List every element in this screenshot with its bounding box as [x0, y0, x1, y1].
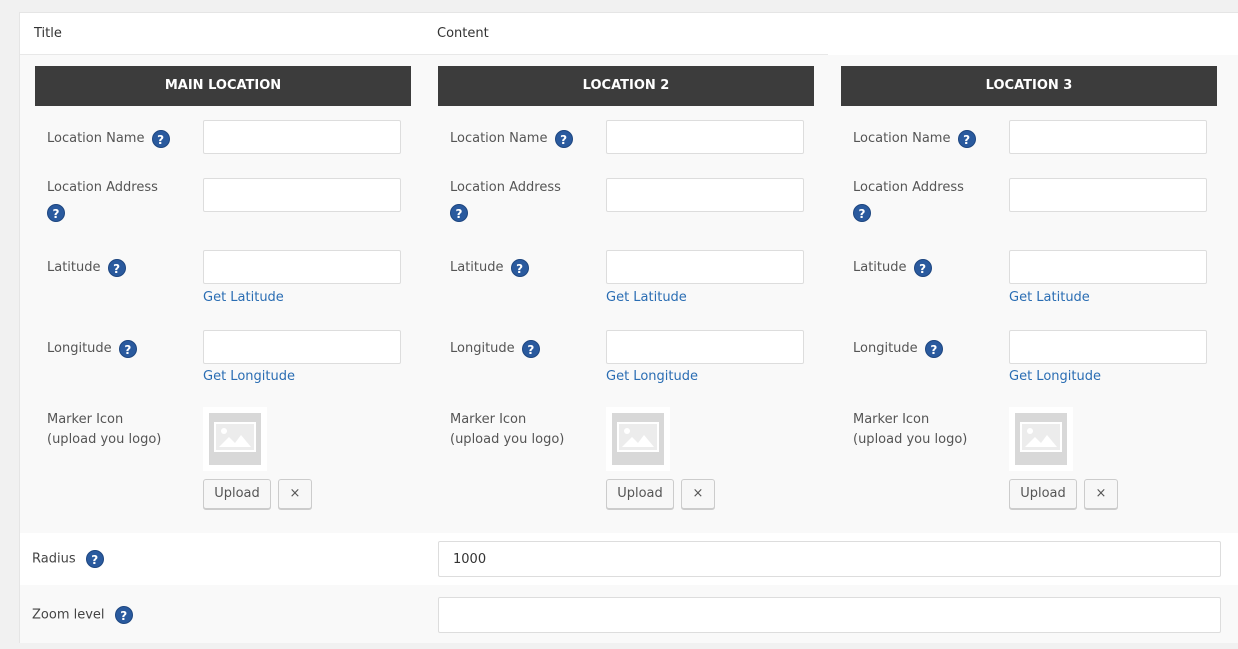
- help-icon[interactable]: ?: [913, 258, 932, 277]
- location-name-label: Location Name ?: [47, 129, 170, 149]
- location-heading: LOCATION 2: [438, 66, 814, 106]
- zoom-level-row: Zoom level ?: [20, 587, 1238, 643]
- zoom-level-input[interactable]: [438, 597, 1221, 633]
- latitude-input[interactable]: [203, 250, 401, 284]
- location-address-label: Location Address ?: [853, 180, 964, 222]
- get-latitude-link[interactable]: Get Latitude: [606, 290, 687, 305]
- title-column-header: Title: [34, 26, 62, 41]
- location-name-input[interactable]: [203, 120, 401, 154]
- location-name-label: Location Name ?: [853, 129, 976, 149]
- help-icon[interactable]: ?: [924, 339, 943, 358]
- longitude-label: Longitude ?: [450, 339, 540, 359]
- content-column-header: Content: [437, 26, 489, 41]
- longitude-input[interactable]: [203, 330, 401, 364]
- marker-image-placeholder-icon: [203, 407, 267, 471]
- upload-button[interactable]: Upload: [203, 479, 271, 509]
- help-icon[interactable]: ?: [118, 339, 137, 358]
- latitude-label: Latitude ?: [853, 258, 932, 278]
- longitude-input[interactable]: [1009, 330, 1207, 364]
- help-icon[interactable]: ?: [47, 204, 65, 222]
- location-address-input[interactable]: [606, 178, 804, 212]
- longitude-label: Longitude ?: [853, 339, 943, 359]
- help-icon[interactable]: ?: [521, 339, 540, 358]
- get-longitude-link[interactable]: Get Longitude: [1009, 369, 1101, 384]
- zoom-level-label: Zoom level ?: [32, 606, 133, 624]
- location-name-label: Location Name ?: [450, 129, 573, 149]
- get-longitude-link[interactable]: Get Longitude: [203, 369, 295, 384]
- radius-row: Radius ?: [20, 533, 1238, 585]
- upload-button[interactable]: Upload: [1009, 479, 1077, 509]
- marker-icon-label: Marker Icon (upload you logo): [450, 412, 565, 447]
- help-icon[interactable]: ?: [510, 258, 529, 277]
- remove-image-button[interactable]: ×: [681, 479, 715, 509]
- help-icon[interactable]: ?: [85, 550, 104, 568]
- location-name-input[interactable]: [1009, 120, 1207, 154]
- location-name-input[interactable]: [606, 120, 804, 154]
- location-column-2: LOCATION 2 Location Name ? Location Addr…: [438, 66, 814, 526]
- longitude-label: Longitude ?: [47, 339, 137, 359]
- longitude-input[interactable]: [606, 330, 804, 364]
- upload-button[interactable]: Upload: [606, 479, 674, 509]
- help-icon[interactable]: ?: [450, 204, 468, 222]
- marker-image-placeholder-icon: [1009, 407, 1073, 471]
- marker-icon-label: Marker Icon (upload you logo): [47, 412, 162, 447]
- remove-image-button[interactable]: ×: [1084, 479, 1118, 509]
- location-heading: MAIN LOCATION: [35, 66, 411, 106]
- location-column-1: MAIN LOCATION Location Name ? Location A…: [35, 66, 411, 526]
- latitude-input[interactable]: [606, 250, 804, 284]
- help-icon[interactable]: ?: [853, 204, 871, 222]
- help-icon[interactable]: ?: [957, 129, 976, 148]
- help-icon[interactable]: ?: [151, 129, 170, 148]
- marker-image-placeholder-icon: [606, 407, 670, 471]
- location-address-input[interactable]: [1009, 178, 1207, 212]
- get-latitude-link[interactable]: Get Latitude: [1009, 290, 1090, 305]
- location-address-input[interactable]: [203, 178, 401, 212]
- get-latitude-link[interactable]: Get Latitude: [203, 290, 284, 305]
- radius-label: Radius ?: [32, 550, 104, 568]
- location-column-3: LOCATION 3 Location Name ? Location Addr…: [841, 66, 1217, 526]
- location-address-label: Location Address ?: [450, 180, 561, 222]
- help-icon[interactable]: ?: [554, 129, 573, 148]
- help-icon[interactable]: ?: [107, 258, 126, 277]
- latitude-input[interactable]: [1009, 250, 1207, 284]
- location-heading: LOCATION 3: [841, 66, 1217, 106]
- help-icon[interactable]: ?: [114, 606, 133, 624]
- marker-icon-label: Marker Icon (upload you logo): [853, 412, 968, 447]
- get-longitude-link[interactable]: Get Longitude: [606, 369, 698, 384]
- table-header: Title Content: [20, 13, 1238, 55]
- remove-image-button[interactable]: ×: [278, 479, 312, 509]
- settings-panel: Title Content MAIN LOCATION Location Nam…: [19, 12, 1238, 643]
- latitude-label: Latitude ?: [450, 258, 529, 278]
- latitude-label: Latitude ?: [47, 258, 126, 278]
- radius-input[interactable]: [438, 541, 1221, 577]
- location-address-label: Location Address ?: [47, 180, 158, 222]
